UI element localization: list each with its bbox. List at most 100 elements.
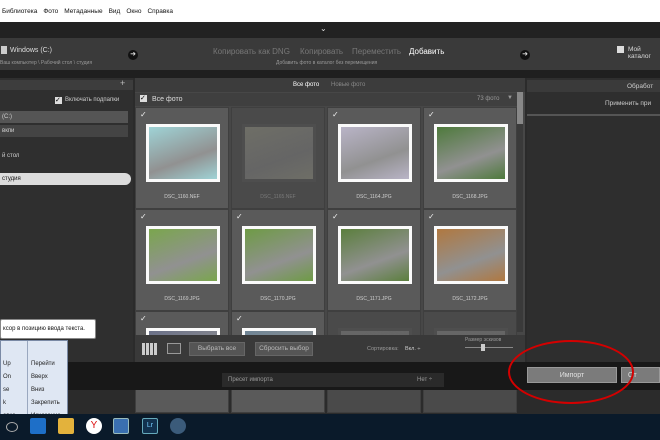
photo-cell[interactable]: ✓ DSC_1164.JPG: [327, 107, 421, 209]
include-sub-checkbox[interactable]: ✓: [55, 97, 62, 104]
drive-name[interactable]: Windows (C:): [10, 47, 52, 54]
photo-thumbnail[interactable]: [146, 124, 220, 182]
thumb-size-handle[interactable]: [481, 344, 485, 351]
photo-cell[interactable]: ✓ DSC_1172.JPG: [423, 209, 517, 311]
photo-thumbnail[interactable]: [146, 226, 220, 284]
photo-checkbox[interactable]: ✓: [428, 111, 436, 119]
photo-count: 73 фото: [477, 96, 500, 102]
photo-thumbnail[interactable]: [338, 226, 412, 284]
tab-all-photos[interactable]: Все фото: [293, 82, 319, 88]
photo-filename: DSC_1160.NEF: [164, 194, 200, 200]
yandex-icon[interactable]: Y: [86, 418, 102, 434]
photo-thumbnail[interactable]: [242, 124, 316, 182]
photo-thumbnail[interactable]: [434, 226, 508, 284]
photo-thumbnail[interactable]: [338, 124, 412, 182]
folder-row-drive[interactable]: (C:): [0, 111, 128, 123]
grid-scrollbar[interactable]: [517, 92, 523, 332]
photo-thumbnail[interactable]: [434, 124, 508, 182]
grid-toolbar: Выбрать все Сбросить выбор Сортировка: В…: [135, 335, 525, 362]
select-all-button[interactable]: Выбрать все: [189, 342, 245, 356]
folder-row-1[interactable]: вкпи: [0, 125, 128, 137]
photo-checkbox[interactable]: ✓: [332, 213, 340, 221]
folder-row-studio[interactable]: студия: [0, 173, 131, 185]
scrollbar-thumb[interactable]: [517, 92, 523, 124]
photo-cell[interactable]: DSC_1165.NEF: [231, 107, 325, 209]
feather-icon[interactable]: [170, 418, 186, 434]
loupe-view-icon[interactable]: [167, 343, 181, 354]
menu-window[interactable]: Окно: [126, 8, 141, 15]
mode-copy[interactable]: Копировать: [300, 47, 343, 56]
menu-view[interactable]: Вид: [109, 8, 121, 15]
grid-view-icon[interactable]: [142, 343, 158, 355]
menu-photo[interactable]: Фото: [43, 8, 58, 15]
dest-catalog: Мой каталог: [628, 46, 651, 60]
source-path: Ваш компьютер \ Рабочий стол \ студия: [0, 60, 93, 66]
context-menu-item[interactable]: Вниз: [31, 387, 44, 393]
photo-cell[interactable]: ✓ DSC_1168.JPG: [423, 107, 517, 209]
mode-move[interactable]: Переместить: [352, 47, 401, 56]
separator: [0, 70, 660, 78]
photo-checkbox[interactable]: ✓: [236, 315, 244, 323]
mode-copy-dng[interactable]: Копировать как DNG: [213, 47, 290, 56]
select-all-checkbox[interactable]: ✓: [140, 95, 147, 102]
dest-arrow-icon: ➜: [520, 50, 530, 60]
photo-filename: DSC_1165.NEF: [260, 194, 296, 200]
grid-header-title: Все фото: [152, 96, 183, 103]
catalog-icon: [617, 46, 624, 53]
apply-label: Применить при: [605, 100, 652, 107]
collapse-icon[interactable]: ⌄: [320, 24, 327, 33]
preset-select[interactable]: Нет ÷: [417, 373, 432, 387]
sort-select[interactable]: Вкл. ÷: [405, 346, 420, 352]
tab-new-photos[interactable]: Новые фото: [331, 82, 365, 88]
photo-thumbnail[interactable]: [242, 226, 316, 284]
photo-grid-area: Все фото Новые фото ✓ Все фото 73 фото ▼…: [135, 78, 525, 413]
context-menu-item[interactable]: Закрепить: [31, 400, 60, 406]
photo-filename: DSC_1169.JPG: [164, 296, 200, 302]
photo-checkbox[interactable]: ✓: [140, 315, 148, 323]
context-shortcut: On: [3, 374, 12, 380]
photo-cell[interactable]: ✓ DSC_1171.JPG: [327, 209, 421, 311]
search-icon[interactable]: [6, 422, 18, 432]
mode-add[interactable]: Добавить: [409, 47, 444, 56]
context-menu-item[interactable]: Перейти: [31, 361, 55, 367]
photo-checkbox[interactable]: ✓: [140, 213, 148, 221]
include-sub-label: Включать подпапки: [65, 97, 120, 103]
destination-panel: Обработ Применить при: [527, 78, 660, 362]
menu-help[interactable]: Справка: [147, 8, 173, 15]
photo-cell[interactable]: ✓ DSC_1170.JPG: [231, 209, 325, 311]
photo-checkbox[interactable]: ✓: [332, 111, 340, 119]
source-panel-header: +: [0, 78, 133, 90]
drive-icon: [1, 46, 7, 54]
highlight-circle: [508, 340, 634, 404]
mail-icon[interactable]: [113, 418, 129, 434]
photo-checkbox[interactable]: ✓: [428, 213, 436, 221]
context-shortcut: Up: [3, 361, 11, 367]
lightroom-icon[interactable]: Lr: [142, 418, 158, 434]
context-menu-item[interactable]: Вверх: [31, 374, 48, 380]
context-shortcut: k: [3, 400, 6, 406]
context-shortcut: se: [3, 387, 10, 393]
menu-bar: Библиотека Фото Метаданные Вид Окно Спра…: [0, 0, 660, 22]
thumb-size-slider[interactable]: [465, 347, 513, 348]
menu-library[interactable]: Библиотека: [2, 8, 37, 15]
grid-header: ✓ Все фото 73 фото ▼: [135, 93, 517, 106]
import-preset[interactable]: Пресет импорта Нет ÷: [222, 373, 444, 387]
folder-row-desktop[interactable]: й стол: [0, 150, 128, 162]
photo-checkbox[interactable]: ✓: [236, 213, 244, 221]
process-header: Обработ: [527, 80, 660, 92]
header-arrow-icon: ▼: [507, 95, 513, 101]
photo-cell[interactable]: ✓ DSC_1160.NEF: [135, 107, 229, 209]
photo-filename: DSC_1168.JPG: [452, 194, 488, 200]
deselect-button[interactable]: Сбросить выбор: [255, 342, 313, 356]
source-arrow-icon: ➜: [128, 50, 138, 60]
menu-metadata[interactable]: Метаданные: [64, 8, 102, 15]
process-label: Обработ: [627, 83, 654, 90]
photo-cell[interactable]: ✓ DSC_1169.JPG: [135, 209, 229, 311]
context-menu: UpПерейтиOnВверхseВнизkЗакрепитьавкаИсче…: [0, 340, 68, 420]
menu-divider: [27, 341, 28, 419]
edge-icon[interactable]: [30, 418, 46, 434]
photo-checkbox[interactable]: ✓: [140, 111, 148, 119]
add-icon[interactable]: +: [120, 78, 125, 88]
grid-tabs: Все фото Новые фото: [135, 78, 525, 92]
folder-icon[interactable]: [58, 418, 74, 434]
